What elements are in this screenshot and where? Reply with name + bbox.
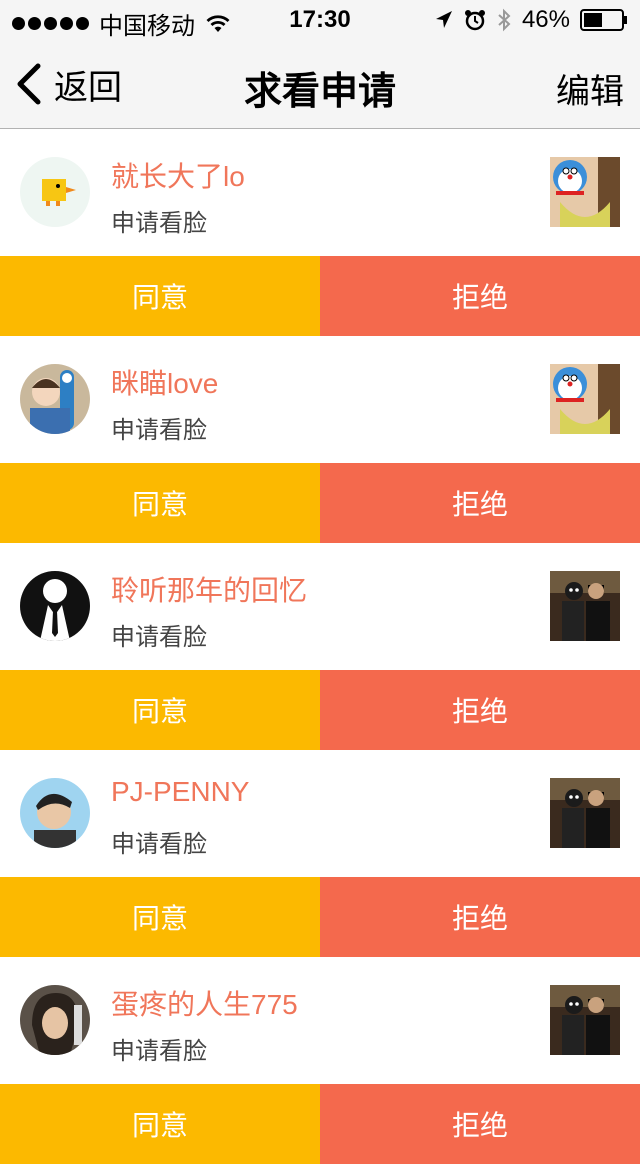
request-item: 聆听那年的回忆 申请看脸 同意 拒绝 <box>0 543 640 750</box>
request-subtitle: 申请看脸 <box>111 1038 207 1065</box>
request-info[interactable]: 眯瞄love 申请看脸 <box>0 336 640 463</box>
status-right: 46% <box>434 6 628 34</box>
edit-button[interactable]: 编辑 <box>556 64 624 113</box>
request-info[interactable]: PJ-PENNY 申请看脸 <box>0 750 640 877</box>
request-actions: 同意 拒绝 <box>0 256 640 336</box>
battery-percent: 46% <box>521 6 570 33</box>
agree-button[interactable]: 同意 <box>0 463 320 543</box>
status-bar: 中国移动 17:30 46% <box>0 0 640 40</box>
reject-button[interactable]: 拒绝 <box>320 670 640 750</box>
location-arrow-icon <box>435 11 452 28</box>
couple-photo[interactable] <box>550 571 620 641</box>
request-item: 眯瞄love 申请看脸 同意 拒绝 <box>0 336 640 543</box>
child-avatar[interactable] <box>20 364 90 434</box>
suit-avatar[interactable] <box>20 571 90 641</box>
requester-name: 眯瞄love <box>111 368 219 399</box>
request-actions: 同意 拒绝 <box>0 670 640 750</box>
request-info[interactable]: 聆听那年的回忆 申请看脸 <box>0 543 640 670</box>
reject-button[interactable]: 拒绝 <box>320 463 640 543</box>
woman-avatar[interactable] <box>20 985 90 1055</box>
battery-icon <box>580 9 627 31</box>
requester-name: PJ-PENNY <box>111 776 250 807</box>
requester-name: 就长大了lo <box>111 161 245 192</box>
request-subtitle: 申请看脸 <box>111 624 207 651</box>
requester-name: 聆听那年的回忆 <box>111 575 308 606</box>
request-actions: 同意 拒绝 <box>0 1084 640 1164</box>
agree-button[interactable]: 同意 <box>0 256 320 336</box>
bluetooth-icon <box>498 8 511 32</box>
duck-avatar[interactable] <box>20 157 90 227</box>
request-subtitle: 申请看脸 <box>111 210 207 237</box>
request-subtitle: 申请看脸 <box>111 831 207 858</box>
request-item: PJ-PENNY 申请看脸 同意 拒绝 <box>0 750 640 957</box>
couple-photo[interactable] <box>550 985 620 1055</box>
request-list: 就长大了lo 申请看脸 同意 拒绝 眯瞄love 申请看脸 同意 拒绝 聆听那年… <box>0 129 640 1164</box>
request-info[interactable]: 就长大了lo 申请看脸 <box>0 129 640 256</box>
alarm-icon <box>464 10 485 31</box>
navigation-bar: 返回 求看申请 编辑 <box>0 40 640 129</box>
man-avatar[interactable] <box>20 778 90 848</box>
page-title: 求看申请 <box>243 71 396 113</box>
request-subtitle: 申请看脸 <box>111 417 207 444</box>
request-actions: 同意 拒绝 <box>0 877 640 957</box>
request-item: 就长大了lo 申请看脸 同意 拒绝 <box>0 129 640 336</box>
reject-button[interactable]: 拒绝 <box>320 877 640 957</box>
reject-button[interactable]: 拒绝 <box>320 1084 640 1164</box>
request-info[interactable]: 蛋疼的人生775 申请看脸 <box>0 957 640 1084</box>
doraemon-photo[interactable] <box>550 157 620 227</box>
request-actions: 同意 拒绝 <box>0 463 640 543</box>
request-item: 蛋疼的人生775 申请看脸 同意 拒绝 <box>0 957 640 1164</box>
agree-button[interactable]: 同意 <box>0 877 320 957</box>
requester-name: 蛋疼的人生775 <box>111 989 298 1020</box>
doraemon-photo[interactable] <box>550 364 620 434</box>
agree-button[interactable]: 同意 <box>0 1084 320 1164</box>
agree-button[interactable]: 同意 <box>0 670 320 750</box>
reject-button[interactable]: 拒绝 <box>320 256 640 336</box>
couple-photo[interactable] <box>550 778 620 848</box>
